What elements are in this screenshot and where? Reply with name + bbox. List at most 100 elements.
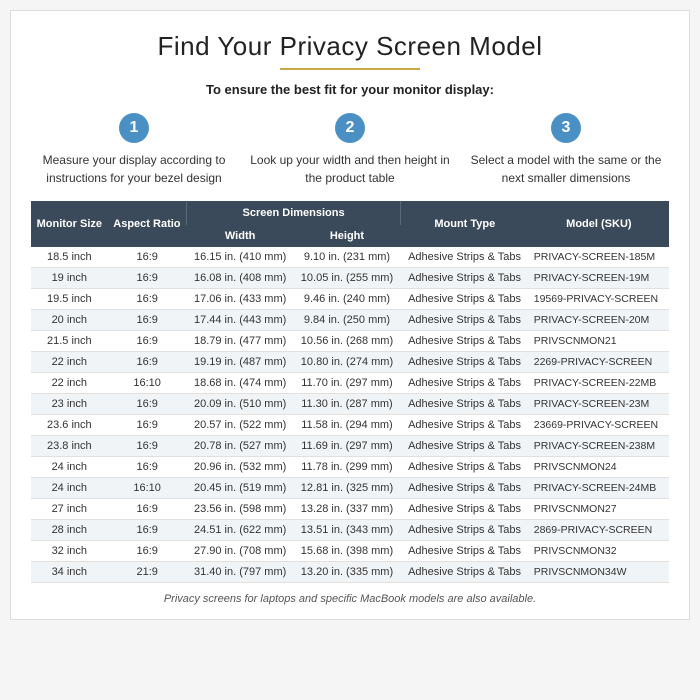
cell-size: 22 inch	[31, 373, 108, 394]
cell-mount: Adhesive Strips & Tabs	[400, 562, 528, 583]
table-header-row-1: Monitor Size Aspect Ratio Screen Dimensi…	[31, 201, 669, 225]
cell-width: 31.40 in. (797 mm)	[187, 562, 294, 583]
cell-size: 34 inch	[31, 562, 108, 583]
step-3: 3 Select a model with the same or the ne…	[463, 113, 669, 187]
cell-mount: Adhesive Strips & Tabs	[400, 415, 528, 436]
table-row: 34 inch 21:9 31.40 in. (797 mm) 13.20 in…	[31, 562, 669, 583]
cell-ratio: 16:9	[108, 394, 187, 415]
cell-mount: Adhesive Strips & Tabs	[400, 247, 528, 268]
title-underline	[280, 68, 420, 70]
cell-sku: PRIVACY-SCREEN-19M	[529, 268, 669, 289]
cell-width: 16.08 in. (408 mm)	[187, 268, 294, 289]
cell-size: 22 inch	[31, 352, 108, 373]
cell-size: 19.5 inch	[31, 289, 108, 310]
cell-mount: Adhesive Strips & Tabs	[400, 478, 528, 499]
cell-height: 11.70 in. (297 mm)	[294, 373, 401, 394]
cell-sku: PRIVSCNMON27	[529, 499, 669, 520]
cell-size: 19 inch	[31, 268, 108, 289]
cell-size: 32 inch	[31, 541, 108, 562]
cell-width: 17.44 in. (443 mm)	[187, 310, 294, 331]
cell-width: 16.15 in. (410 mm)	[187, 247, 294, 268]
step-1-circle: 1	[119, 113, 149, 143]
cell-height: 11.30 in. (287 mm)	[294, 394, 401, 415]
table-row: 23 inch 16:9 20.09 in. (510 mm) 11.30 in…	[31, 394, 669, 415]
cell-ratio: 16:9	[108, 457, 187, 478]
cell-height: 9.10 in. (231 mm)	[294, 247, 401, 268]
cell-height: 13.20 in. (335 mm)	[294, 562, 401, 583]
cell-ratio: 16:9	[108, 436, 187, 457]
col-monitor-size: Monitor Size	[31, 201, 108, 247]
cell-mount: Adhesive Strips & Tabs	[400, 352, 528, 373]
cell-height: 9.46 in. (240 mm)	[294, 289, 401, 310]
cell-ratio: 16:9	[108, 352, 187, 373]
cell-mount: Adhesive Strips & Tabs	[400, 520, 528, 541]
cell-sku: PRIVSCNMON32	[529, 541, 669, 562]
footer-note: Privacy screens for laptops and specific…	[31, 593, 669, 605]
step-2-text: Look up your width and then height in th…	[247, 151, 453, 187]
cell-width: 27.90 in. (708 mm)	[187, 541, 294, 562]
cell-sku: PRIVSCNMON21	[529, 331, 669, 352]
cell-mount: Adhesive Strips & Tabs	[400, 310, 528, 331]
cell-mount: Adhesive Strips & Tabs	[400, 499, 528, 520]
steps-row: 1 Measure your display according to inst…	[31, 113, 669, 187]
step-3-number: 3	[562, 119, 571, 137]
col-mount-type: Mount Type	[400, 201, 528, 247]
cell-mount: Adhesive Strips & Tabs	[400, 268, 528, 289]
cell-width: 20.09 in. (510 mm)	[187, 394, 294, 415]
table-row: 24 inch 16:10 20.45 in. (519 mm) 12.81 i…	[31, 478, 669, 499]
cell-height: 11.78 in. (299 mm)	[294, 457, 401, 478]
cell-sku: 23669-PRIVACY-SCREEN	[529, 415, 669, 436]
cell-height: 10.05 in. (255 mm)	[294, 268, 401, 289]
step-1-number: 1	[130, 119, 139, 137]
cell-size: 20 inch	[31, 310, 108, 331]
cell-height: 9.84 in. (250 mm)	[294, 310, 401, 331]
cell-ratio: 16:9	[108, 289, 187, 310]
table-row: 28 inch 16:9 24.51 in. (622 mm) 13.51 in…	[31, 520, 669, 541]
cell-ratio: 16:9	[108, 520, 187, 541]
step-2-number: 2	[346, 119, 355, 137]
cell-mount: Adhesive Strips & Tabs	[400, 436, 528, 457]
cell-mount: Adhesive Strips & Tabs	[400, 541, 528, 562]
cell-height: 13.28 in. (337 mm)	[294, 499, 401, 520]
cell-ratio: 21:9	[108, 562, 187, 583]
table-row: 32 inch 16:9 27.90 in. (708 mm) 15.68 in…	[31, 541, 669, 562]
table-row: 22 inch 16:9 19.19 in. (487 mm) 10.80 in…	[31, 352, 669, 373]
col-width: Width	[187, 225, 294, 247]
table-row: 18.5 inch 16:9 16.15 in. (410 mm) 9.10 i…	[31, 247, 669, 268]
cell-sku: PRIVACY-SCREEN-185M	[529, 247, 669, 268]
cell-sku: PRIVSCNMON34W	[529, 562, 669, 583]
table-row: 23.8 inch 16:9 20.78 in. (527 mm) 11.69 …	[31, 436, 669, 457]
cell-sku: PRIVACY-SCREEN-238M	[529, 436, 669, 457]
cell-width: 20.45 in. (519 mm)	[187, 478, 294, 499]
table-row: 22 inch 16:10 18.68 in. (474 mm) 11.70 i…	[31, 373, 669, 394]
main-title: Find Your Privacy Screen Model	[31, 31, 669, 62]
step-1-text: Measure your display according to instru…	[31, 151, 237, 187]
main-container: Find Your Privacy Screen Model To ensure…	[10, 10, 690, 620]
cell-size: 24 inch	[31, 478, 108, 499]
cell-sku: 19569-PRIVACY-SCREEN	[529, 289, 669, 310]
cell-mount: Adhesive Strips & Tabs	[400, 373, 528, 394]
table-row: 19 inch 16:9 16.08 in. (408 mm) 10.05 in…	[31, 268, 669, 289]
cell-sku: 2269-PRIVACY-SCREEN	[529, 352, 669, 373]
col-height: Height	[294, 225, 401, 247]
subtitle: To ensure the best fit for your monitor …	[31, 82, 669, 97]
table-row: 27 inch 16:9 23.56 in. (598 mm) 13.28 in…	[31, 499, 669, 520]
cell-size: 23.6 inch	[31, 415, 108, 436]
cell-ratio: 16:10	[108, 373, 187, 394]
cell-height: 11.69 in. (297 mm)	[294, 436, 401, 457]
table-row: 19.5 inch 16:9 17.06 in. (433 mm) 9.46 i…	[31, 289, 669, 310]
cell-sku: PRIVACY-SCREEN-24MB	[529, 478, 669, 499]
cell-size: 28 inch	[31, 520, 108, 541]
table-row: 21.5 inch 16:9 18.79 in. (477 mm) 10.56 …	[31, 331, 669, 352]
cell-mount: Adhesive Strips & Tabs	[400, 457, 528, 478]
cell-ratio: 16:10	[108, 478, 187, 499]
cell-size: 27 inch	[31, 499, 108, 520]
cell-width: 18.79 in. (477 mm)	[187, 331, 294, 352]
col-aspect-ratio: Aspect Ratio	[108, 201, 187, 247]
step-2: 2 Look up your width and then height in …	[247, 113, 453, 187]
cell-mount: Adhesive Strips & Tabs	[400, 331, 528, 352]
cell-size: 18.5 inch	[31, 247, 108, 268]
cell-ratio: 16:9	[108, 499, 187, 520]
cell-height: 12.81 in. (325 mm)	[294, 478, 401, 499]
cell-size: 23.8 inch	[31, 436, 108, 457]
